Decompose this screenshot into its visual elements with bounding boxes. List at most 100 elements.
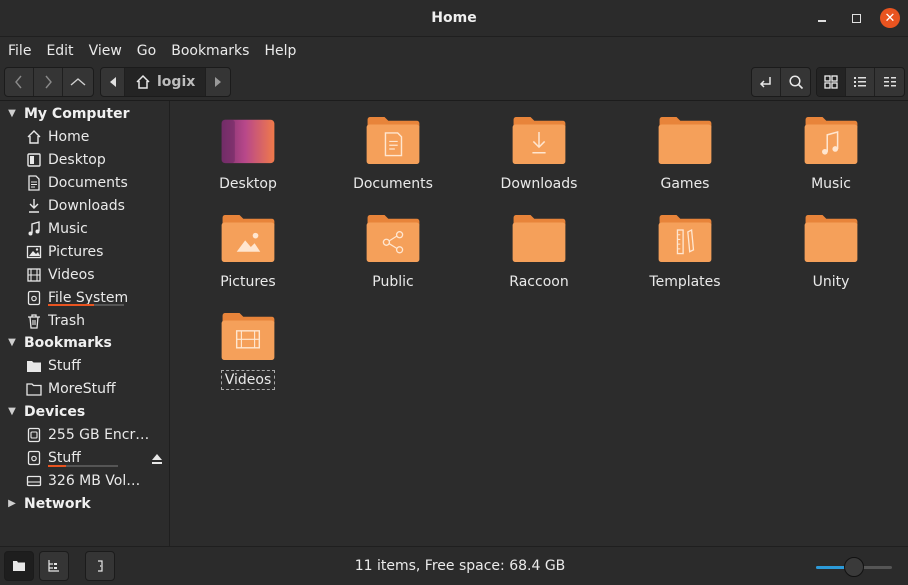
sidebar-item-desktop[interactable]: Desktop (24, 148, 168, 171)
file-name: Raccoon (509, 274, 569, 290)
menu-help[interactable]: Help (264, 42, 296, 59)
up-button[interactable] (63, 68, 93, 96)
minimize-button[interactable] (812, 8, 832, 28)
sidebar-item-label: 255 GB Encr… (48, 426, 150, 443)
back-button[interactable] (5, 68, 34, 96)
sidebar-item-trash[interactable]: Trash (24, 309, 168, 332)
file-item-downloads[interactable]: Downloads (484, 102, 594, 192)
compact-icon (883, 77, 896, 87)
file-item-unity[interactable]: Unity (776, 200, 886, 290)
file-item-documents[interactable]: Documents (338, 102, 448, 192)
chevron-left-icon (15, 75, 22, 89)
desktop-icon (24, 151, 44, 169)
arrow-right-icon (215, 77, 222, 87)
file-name: Templates (649, 274, 721, 290)
file-name: Videos (220, 370, 276, 390)
breadcrumb-scroll-left[interactable] (101, 68, 125, 96)
sidebar: ▼ My Computer Home Desktop Documents Dow… (0, 101, 170, 546)
videos-icon (24, 266, 44, 284)
sidebar-item-home[interactable]: Home (24, 125, 168, 148)
downloads-icon (24, 197, 44, 215)
music-icon (24, 220, 44, 238)
sidebar-section-bookmarks[interactable]: ▼ Bookmarks (0, 331, 112, 354)
maximize-icon (851, 13, 861, 23)
sidebar-item-documents[interactable]: Documents (24, 171, 168, 194)
file-name: Unity (812, 274, 850, 290)
file-item-public[interactable]: Public (338, 200, 448, 290)
zoom-slider-handle[interactable] (844, 557, 864, 577)
grid-icon (824, 75, 838, 89)
folder-icon (658, 116, 712, 165)
folder-icon (512, 214, 566, 263)
title-bar: Home ✕ (0, 0, 908, 37)
folder-icon (24, 380, 44, 398)
harddisk-icon (24, 472, 44, 490)
file-item-desktop[interactable]: Desktop (193, 102, 303, 192)
sidebar-section-network[interactable]: ▶ Network (0, 492, 91, 515)
menu-go[interactable]: Go (137, 42, 156, 59)
sidebar-section-my-computer[interactable]: ▼ My Computer (0, 102, 130, 125)
sidebar-item-label: Music (48, 220, 88, 237)
expanded-triangle-icon: ▼ (8, 406, 16, 417)
breadcrumb-scroll-right[interactable] (206, 68, 230, 96)
sidebar-item-label: Stuff (48, 357, 81, 374)
breadcrumb: logix (100, 67, 232, 97)
sidebar-item-device-encrypted[interactable]: 255 GB Encr… (24, 423, 168, 446)
toggle-location-button[interactable] (752, 68, 781, 96)
menu-edit[interactable]: Edit (46, 42, 73, 59)
list-view-button[interactable] (846, 68, 875, 96)
sidebar-item-label: Desktop (48, 151, 106, 168)
view-mode-buttons (816, 67, 905, 97)
eject-button[interactable] (151, 453, 163, 465)
sidebar-item-label: Stuff (48, 449, 81, 466)
sidebar-item-label: Trash (48, 312, 85, 329)
sidebar-item-device-volume[interactable]: 326 MB Vol… (24, 469, 168, 492)
maximize-button[interactable] (846, 8, 866, 28)
drive-icon (24, 449, 44, 467)
icon-view-button[interactable] (817, 68, 846, 96)
file-view: Desktop Documents Downloads Games Music … (171, 101, 908, 546)
home-icon (136, 74, 150, 89)
sidebar-item-label: Home (48, 128, 90, 145)
documents-folder-icon (366, 116, 420, 165)
navigation-buttons (4, 67, 94, 97)
menu-file[interactable]: File (8, 42, 31, 59)
expanded-triangle-icon: ▼ (8, 108, 16, 119)
file-item-music[interactable]: Music (776, 102, 886, 192)
collapsed-triangle-icon: ▶ (8, 498, 16, 509)
compact-view-button[interactable] (875, 68, 904, 96)
close-button[interactable]: ✕ (880, 8, 900, 28)
sidebar-item-music[interactable]: Music (24, 217, 168, 240)
sidebar-item-videos[interactable]: Videos (24, 263, 168, 286)
toolbar: logix (0, 63, 908, 101)
breadcrumb-item-home[interactable]: logix (125, 68, 207, 96)
templates-folder-icon (658, 214, 712, 263)
drive-icon (24, 289, 44, 307)
file-name: Pictures (220, 274, 276, 290)
file-item-videos[interactable]: Videos (193, 298, 303, 390)
menu-bar: File Edit View Go Bookmarks Help (0, 37, 908, 63)
sidebar-item-downloads[interactable]: Downloads (24, 194, 168, 217)
menu-view[interactable]: View (89, 42, 122, 59)
sidebar-section-devices[interactable]: ▼ Devices (0, 400, 85, 423)
file-name: Public (372, 274, 414, 290)
menu-bookmarks[interactable]: Bookmarks (171, 42, 249, 59)
disk-usage-fill (48, 304, 94, 306)
sidebar-item-label: MoreStuff (48, 380, 116, 397)
sidebar-item-label: 326 MB Vol… (48, 472, 141, 489)
file-item-pictures[interactable]: Pictures (193, 200, 303, 290)
section-label: My Computer (24, 105, 130, 122)
sidebar-item-pictures[interactable]: Pictures (24, 240, 168, 263)
chevron-up-icon (70, 78, 86, 86)
file-item-templates[interactable]: Templates (630, 200, 740, 290)
trash-icon (24, 312, 44, 330)
close-icon: ✕ (884, 10, 896, 26)
search-button[interactable] (781, 68, 810, 96)
file-item-raccoon[interactable]: Raccoon (484, 200, 594, 290)
sidebar-item-bookmark-morestuff[interactable]: MoreStuff (24, 377, 168, 400)
file-item-games[interactable]: Games (630, 102, 740, 192)
encrypted-drive-icon (24, 426, 44, 444)
sidebar-item-bookmark-stuff[interactable]: Stuff (24, 354, 168, 377)
file-name: Documents (353, 176, 433, 192)
forward-button[interactable] (34, 68, 63, 96)
